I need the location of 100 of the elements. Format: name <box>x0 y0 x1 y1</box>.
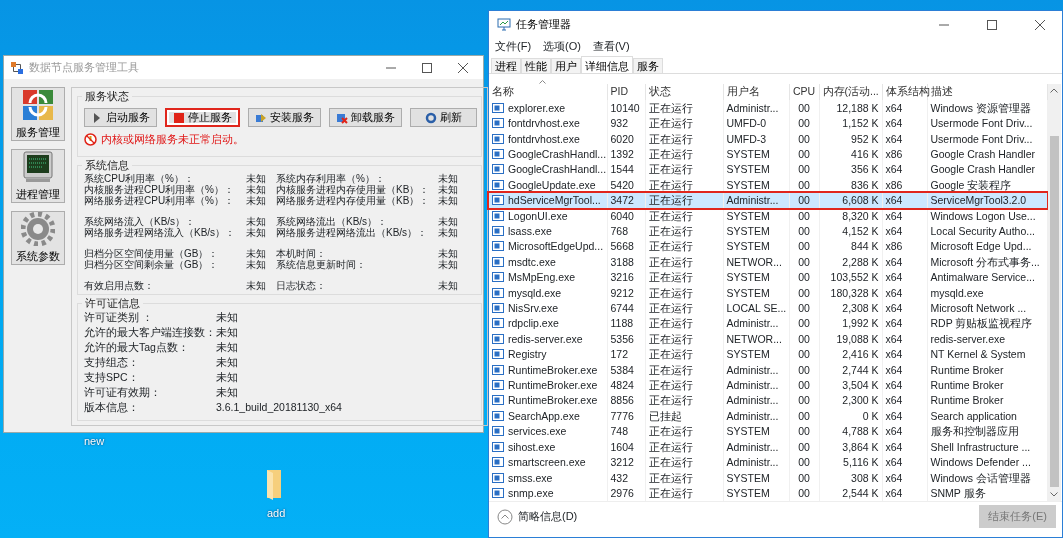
table-cell: x64 <box>885 194 903 207</box>
table-row[interactable]: Registry 172 正在运行 SYSTEM 00 2,416 K x64 NT Kernel & System <box>489 346 1047 362</box>
table-row[interactable]: fontdrvhost.exe 932 正在运行 UMFD-0 00 1,152 K x64 Usermode Font Driv... <box>489 115 1047 131</box>
column-header[interactable]: 名称 <box>489 84 607 101</box>
table-cell: 00 <box>798 271 810 284</box>
table-row[interactable]: GoogleCrashHandl... 1544 正在运行 SYSTEM 00 356 K x64 Google Crash Handler <box>489 161 1047 178</box>
app-icon <box>492 379 504 392</box>
table-row[interactable]: GoogleCrashHandl... 1392 正在运行 SYSTEM 00 416 K x86 Google Crash Handler <box>489 146 1047 162</box>
table-row[interactable]: GoogleUpdate.exe 5420 正在运行 SYSTEM 00 836 K x86 Google 安装程序 <box>489 177 1047 193</box>
menu-item[interactable]: 查看(V) <box>592 37 630 55</box>
table-cell: RuntimeBroker.exe <box>508 393 598 408</box>
field-value: 未知 <box>216 371 239 385</box>
column-header[interactable]: 内存(活动... <box>819 84 882 101</box>
table-cell: 正在运行 <box>648 240 693 253</box>
menu-item[interactable]: 文件(F) <box>495 37 532 55</box>
app-icon <box>492 394 504 407</box>
table-cell: 正在运行 <box>648 178 693 191</box>
sidebar-button[interactable]: 服务管理 <box>11 87 65 141</box>
table-cell: x64 <box>885 394 903 407</box>
column-header[interactable]: CPU <box>789 84 819 101</box>
table-cell: 正在运行 <box>648 302 693 315</box>
table-row[interactable]: RuntimeBroker.exe 8856 正在运行 Administr... 00 2,300 K x64 Runtime Broker <box>489 392 1047 409</box>
uninstall-icon <box>336 111 348 124</box>
table-row[interactable]: sihost.exe 1604 正在运行 Administr... 00 3,864 K x64 Shell Infrastructure ... <box>489 439 1047 455</box>
column-header[interactable]: 状态 <box>645 84 723 101</box>
table-cell: 正在运行 <box>648 456 693 469</box>
maximize-icon[interactable] <box>421 62 433 73</box>
app-icon <box>492 225 504 237</box>
maximize-icon[interactable] <box>986 19 998 30</box>
table-cell: x64 <box>885 117 903 130</box>
table-row[interactable]: NisSrv.exe 6744 正在运行 LOCAL SE... 00 2,308 K x64 Microsoft Network ... <box>489 300 1047 316</box>
table-cell: mysqld.exe <box>508 285 562 300</box>
scroll-down-icon[interactable] <box>1050 492 1058 497</box>
table-cell: Microsoft 分布式事务... <box>930 255 1040 268</box>
table-row[interactable]: RuntimeBroker.exe 4824 正在运行 Administr... 00 3,504 K x64 Runtime Broker <box>489 377 1047 393</box>
table-cell: 正在运行 <box>648 471 693 484</box>
tab[interactable]: 进程 <box>491 58 521 73</box>
table-cell: SYSTEM <box>726 209 770 222</box>
table-cell: 748 <box>610 425 629 438</box>
tab[interactable]: 用户 <box>551 58 581 73</box>
details-link[interactable]: 简略信息(D) <box>518 508 578 525</box>
tab[interactable]: 详细信息 <box>581 56 633 73</box>
table-cell: 正在运行 <box>648 148 693 160</box>
table-cell: 6020 <box>610 132 634 145</box>
table-row[interactable]: redis-server.exe 5356 正在运行 NETWOR... 00 19,088 K x64 redis-server.exe <box>489 331 1047 347</box>
table-row[interactable]: LogonUI.exe 6040 正在运行 SYSTEM 00 8,320 K x64 Windows Logon Use... <box>489 207 1047 224</box>
table-cell: 服务和控制器应用 <box>930 425 1019 438</box>
toolbar-button[interactable]: 停止服务 <box>165 108 240 128</box>
toolbar-button[interactable]: 卸载服务 <box>329 108 402 128</box>
sidebar-button[interactable]: 系统参数 <box>11 211 65 265</box>
table-row[interactable]: RuntimeBroker.exe 5384 正在运行 Administr... 00 2,744 K x64 Runtime Broker <box>489 361 1047 378</box>
table-row[interactable]: services.exe 748 正在运行 SYSTEM 00 4,788 K x64 服务和控制器应用 <box>489 423 1047 439</box>
table-cell: 正在运行 <box>648 332 693 345</box>
tab[interactable]: 性能 <box>521 58 551 73</box>
table-cell: UMFD-3 <box>726 132 767 145</box>
app-icon <box>492 240 504 253</box>
table-cell: 1,992 K <box>842 317 879 330</box>
field-value: 未知 <box>246 183 267 195</box>
toolbar-button[interactable]: 启动服务 <box>84 108 157 128</box>
table-cell: GoogleCrashHandl... <box>508 162 607 177</box>
app-icon <box>492 101 504 114</box>
column-header[interactable]: 体系结构 <box>882 84 927 101</box>
app-icon <box>492 440 504 453</box>
toolbar-button[interactable]: 刷新 <box>410 108 477 128</box>
menu-item[interactable]: 选项(O) <box>543 37 581 55</box>
field-value: 未知 <box>438 172 459 184</box>
table-cell: 1544 <box>610 163 634 176</box>
table-cell: 308 K <box>851 471 879 484</box>
table-cell: x64 <box>885 425 903 438</box>
close-icon[interactable] <box>1034 19 1046 30</box>
app-icon <box>492 132 504 145</box>
table-row[interactable]: smss.exe 432 正在运行 SYSTEM 00 308 K x64 Windows 会话管理器 <box>489 469 1047 486</box>
column-header[interactable]: PID <box>607 84 645 101</box>
column-header[interactable]: 用户名 <box>723 84 789 101</box>
table-row[interactable]: MicrosoftEdgeUpd... 5668 正在运行 SYSTEM 00 844 K x86 Microsoft Edge Upd... <box>489 238 1047 255</box>
table-cell: 6,608 K <box>842 194 879 207</box>
table-row[interactable]: fontdrvhost.exe 6020 正在运行 UMFD-3 00 952 K x64 Usermode Font Driv... <box>489 130 1047 147</box>
table-row[interactable]: snmp.exe 2976 正在运行 SYSTEM 00 2,544 K x64 SNMP 服务 <box>489 485 1047 501</box>
refresh-icon <box>425 111 437 124</box>
table-cell: Google Crash Handler <box>930 148 1035 160</box>
table-cell: RDP 剪贴板监视程序 <box>930 317 1033 330</box>
table-row[interactable]: msdtc.exe 3188 正在运行 NETWOR... 00 2,288 K x64 Microsoft 分布式事务... <box>489 254 1047 270</box>
scroll-up-icon[interactable] <box>1050 88 1058 93</box>
tab[interactable]: 服务 <box>633 58 663 73</box>
table-row[interactable]: explorer.exe 10140 正在运行 Administr... 00 12,188 K x64 Windows 资源管理器 <box>489 100 1047 116</box>
table-row[interactable]: lsass.exe 768 正在运行 SYSTEM 00 4,152 K x64 Local Security Autho... <box>489 223 1047 239</box>
toolbar-button[interactable]: 安装服务 <box>248 108 321 128</box>
collapse-icon[interactable] <box>497 508 513 525</box>
table-row[interactable]: hdServiceMgrTool... 3472 正在运行 Administr... 00 6,608 K x64 ServiceMgrTool3.2.0 <box>489 192 1047 208</box>
table-row[interactable]: smartscreen.exe 3212 正在运行 Administr... 00 5,116 K x64 Windows Defender ... <box>489 454 1047 470</box>
table-row[interactable]: MsMpEng.exe 3216 正在运行 SYSTEM 00 103,552 K x64 Antimalware Service... <box>489 269 1047 285</box>
table-cell: SYSTEM <box>726 425 770 438</box>
table-row[interactable]: rdpclip.exe 1188 正在运行 Administr... 00 1,992 K x64 RDP 剪贴板监视程序 <box>489 315 1047 332</box>
table-cell: Runtime Broker <box>930 379 1004 392</box>
field-label: 内核服务进程CPU利用率（%）： <box>84 183 235 195</box>
table-cell: Windows 资源管理器 <box>930 101 1031 114</box>
close-icon[interactable] <box>457 62 469 73</box>
sidebar-button[interactable]: 进程管理 <box>11 149 65 203</box>
table-row[interactable]: mysqld.exe 9212 正在运行 SYSTEM 00 180,328 K x64 mysqld.exe <box>489 284 1047 301</box>
table-row[interactable]: SearchApp.exe 7776 已挂起 Administr... 00 0 K x64 Search application <box>489 408 1047 424</box>
